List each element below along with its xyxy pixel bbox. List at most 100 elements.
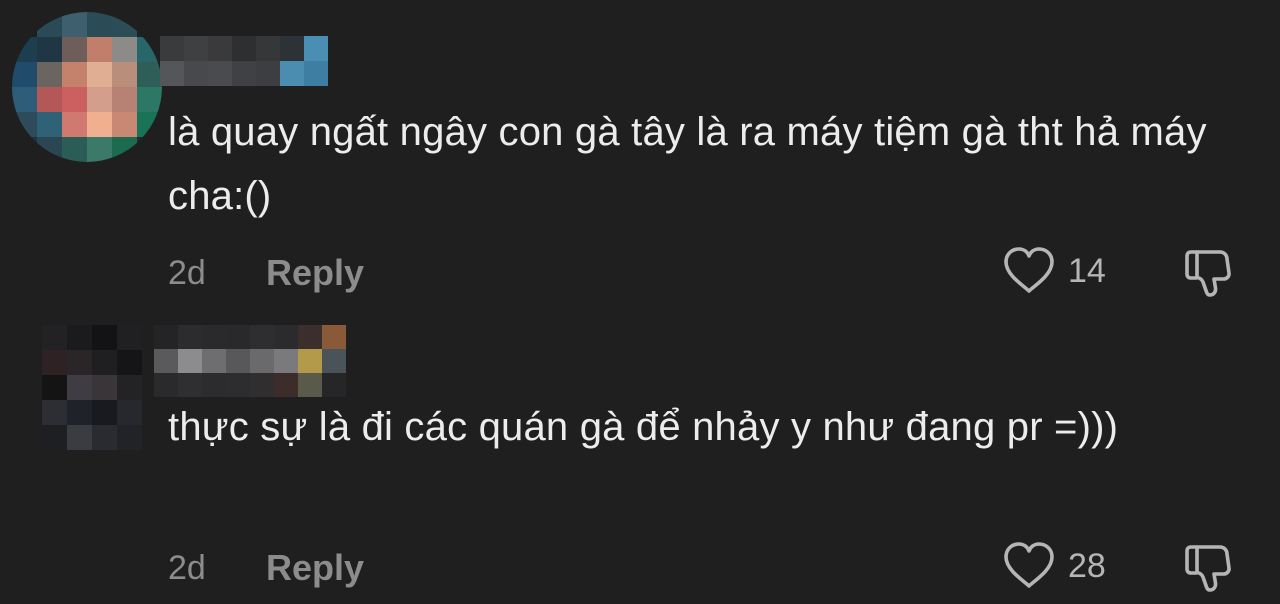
heart-icon (1004, 247, 1054, 293)
avatar-mosaic-cell (62, 112, 87, 137)
avatar-mosaic-cell (87, 87, 112, 112)
thumbs-down-icon (1185, 250, 1231, 297)
username-mosaic-cell (202, 373, 226, 397)
reply-button[interactable]: Reply (266, 252, 364, 294)
username-mosaic-cell (154, 325, 178, 349)
username-mosaic-cell (208, 36, 232, 61)
avatar-mosaic-cell (137, 112, 162, 137)
avatar-mosaic-cell (37, 87, 62, 112)
username-mosaic-cell (250, 349, 274, 373)
avatar-mosaic-cell (87, 37, 112, 62)
username-mosaic-cell (250, 325, 274, 349)
username-mosaic-cell (298, 373, 322, 397)
username-mosaic-cell (256, 61, 280, 86)
username-mosaic-cell (322, 325, 346, 349)
avatar-mosaic-cell (87, 12, 112, 37)
avatar-mosaic-cell (92, 425, 117, 450)
username-mosaic-cell (154, 373, 178, 397)
avatar-mosaic-cell (67, 425, 92, 450)
heart-icon (1004, 542, 1054, 588)
avatar-mosaic-cell (67, 350, 92, 375)
comment-2: thực sự là đi các quán gà để nhảy y như … (0, 305, 1280, 604)
avatar-mosaic-cell (112, 12, 137, 37)
dislike-button[interactable] (1182, 246, 1234, 298)
avatar-mosaic-cell (67, 375, 92, 400)
avatar-mosaic-cell (12, 37, 37, 62)
avatar-mosaic-cell (62, 62, 87, 87)
avatar-mosaic-cell (112, 112, 137, 137)
username-mosaic-cell (202, 325, 226, 349)
avatar-mosaic-cell (37, 37, 62, 62)
avatar-mosaic-cell (137, 12, 162, 37)
username-mosaic-cell (322, 349, 346, 373)
username-mosaic-cell (274, 349, 298, 373)
username-mosaic-cell (232, 61, 256, 86)
avatar-mosaic-cell (112, 137, 137, 162)
like-count: 14 (1068, 251, 1106, 290)
avatar-mosaic-cell (92, 375, 117, 400)
avatar-mosaic-cell (12, 137, 37, 162)
avatar-mosaic-cell (112, 37, 137, 62)
like-count: 28 (1068, 546, 1106, 585)
avatar-mosaic-cell (92, 325, 117, 350)
username-mosaic-cell (298, 325, 322, 349)
avatar-mosaic-cell (37, 62, 62, 87)
avatar-mosaic-cell (137, 137, 162, 162)
avatar-mosaic-cell (67, 325, 92, 350)
username-mosaic-cell (154, 349, 178, 373)
comment-text: thực sự là đi các quán gà để nhảy y như … (168, 405, 1119, 449)
avatar-mosaic-cell (62, 37, 87, 62)
username-mosaic-cell (280, 61, 304, 86)
username-mosaic-cell (250, 373, 274, 397)
username-mosaic-cell (160, 36, 184, 61)
avatar-mosaic-cell (62, 137, 87, 162)
avatar-mosaic-cell (137, 62, 162, 87)
username-mosaic-cell (274, 325, 298, 349)
username-mosaic-cell (226, 349, 250, 373)
avatar-mosaic-cell (12, 87, 37, 112)
avatar-mosaic-cell (12, 112, 37, 137)
username-mosaic-cell (178, 349, 202, 373)
username-mosaic-cell (274, 373, 298, 397)
avatar-mosaic-cell (37, 112, 62, 137)
comment-1: là quay ngất ngây con gà tây là ra máy t… (0, 0, 1280, 305)
user-avatar[interactable] (12, 12, 162, 162)
avatar-mosaic-cell (67, 400, 92, 425)
avatar-mosaic-cell (112, 62, 137, 87)
username-mosaic-cell (178, 325, 202, 349)
avatar-mosaic-cell (117, 350, 142, 375)
avatar-mosaic-cell (117, 425, 142, 450)
username-mosaic-cell (208, 61, 232, 86)
username-mosaic-cell (226, 325, 250, 349)
comments-panel: là quay ngất ngây con gà tây là ra máy t… (0, 0, 1280, 604)
username-mosaic-cell (280, 36, 304, 61)
avatar-mosaic-cell (117, 400, 142, 425)
username-pixelated[interactable] (160, 36, 328, 86)
avatar-mosaic-cell (92, 400, 117, 425)
dislike-button[interactable] (1182, 541, 1234, 593)
avatar-mosaic-cell (42, 325, 67, 350)
thumbs-down-icon (1185, 545, 1231, 592)
username-mosaic-cell (160, 61, 184, 86)
avatar-mosaic-cell (62, 12, 87, 37)
reply-button[interactable]: Reply (266, 547, 364, 589)
avatar-mosaic-cell (37, 12, 62, 37)
comment-timestamp: 2d (168, 254, 206, 292)
user-avatar[interactable] (42, 325, 142, 450)
like-button[interactable]: 14 (1002, 246, 1106, 296)
username-mosaic-cell (202, 349, 226, 373)
avatar-mosaic-cell (42, 350, 67, 375)
username-mosaic-cell (304, 61, 328, 86)
avatar-mosaic-cell (12, 62, 37, 87)
comment-timestamp: 2d (168, 549, 206, 587)
avatar-mosaic-cell (12, 12, 37, 37)
avatar-mosaic-cell (137, 87, 162, 112)
username-pixelated[interactable] (154, 325, 346, 397)
avatar-mosaic-cell (37, 137, 62, 162)
comment-text: là quay ngất ngây con gà tây là ra máy t… (168, 110, 1207, 218)
avatar-mosaic-cell (87, 112, 112, 137)
username-mosaic-cell (178, 373, 202, 397)
like-button[interactable]: 28 (1002, 541, 1106, 591)
avatar-mosaic-cell (42, 425, 67, 450)
avatar-mosaic-cell (42, 375, 67, 400)
